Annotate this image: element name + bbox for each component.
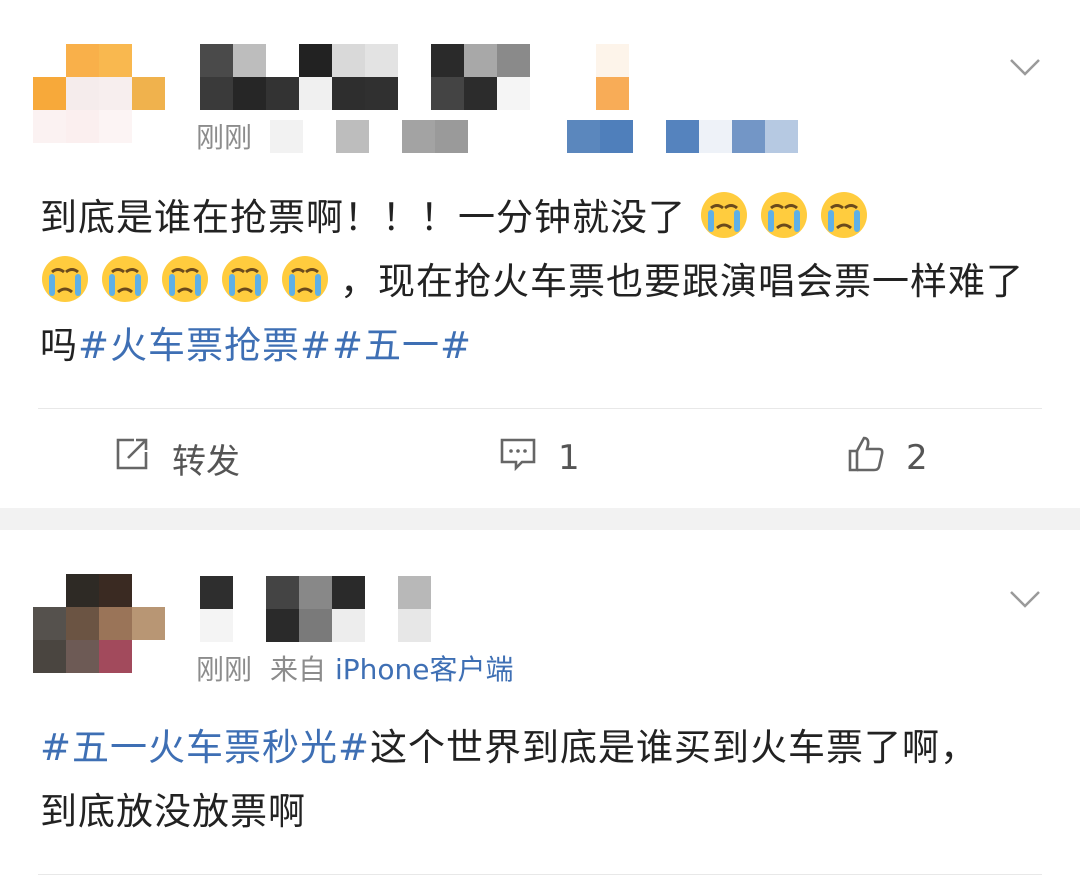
post-meta: 刚刚 来自 iPhone客户端 — [196, 648, 513, 688]
hashtag-link[interactable]: #五一# — [332, 324, 472, 367]
avatar-pixelated[interactable] — [33, 574, 165, 673]
post-source: 来自 iPhone客户端 — [270, 648, 513, 688]
comment-button[interactable]: 1 — [498, 430, 580, 486]
post-text: 到底是谁在抢票啊！！！一分钟就没了 — [40, 196, 686, 239]
post-time: 刚刚 — [196, 653, 253, 686]
hashtag-link[interactable]: #五一火车票秒光# — [40, 726, 370, 769]
comment-count: 1 — [558, 438, 580, 478]
repost-button[interactable]: 转发 — [112, 430, 240, 486]
crying-face-emoji — [280, 254, 330, 304]
post-card[interactable]: 刚刚 到底是谁在抢票啊！！！一分钟就没了 ，现在抢火车票也要跟演唱会票一样难了吗… — [0, 0, 1080, 508]
like-icon — [846, 434, 886, 483]
source-link[interactable]: iPhone客户端 — [335, 653, 514, 686]
crying-face-emoji — [220, 254, 270, 304]
source-prefix: 来自 — [270, 653, 327, 686]
divider — [38, 408, 1042, 409]
post-time: 刚刚 — [196, 121, 253, 154]
like-count: 2 — [906, 438, 928, 478]
action-bar: 转发 1 2 — [0, 430, 1080, 486]
avatar-pixelated[interactable] — [33, 44, 165, 143]
username-pixelated[interactable] — [200, 44, 629, 110]
post-card[interactable]: 刚刚 来自 iPhone客户端 #五一火车票秒光#这个世界到底是谁买到火车票了啊… — [0, 530, 1080, 875]
repost-icon — [112, 434, 152, 483]
crying-face-emoji — [100, 254, 150, 304]
post-separator — [0, 508, 1080, 530]
crying-face-emoji — [160, 254, 210, 304]
crying-face-emoji — [40, 254, 90, 304]
chevron-down-icon[interactable] — [1008, 582, 1042, 616]
post-meta: 刚刚 — [196, 116, 799, 156]
source-pixelated — [270, 119, 799, 153]
crying-face-emoji — [699, 190, 749, 240]
comment-icon — [498, 434, 538, 483]
username-pixelated[interactable] — [200, 576, 431, 642]
post-content: #五一火车票秒光#这个世界到底是谁买到火车票了啊，到底放没放票啊 — [40, 716, 1000, 844]
post-content: 到底是谁在抢票啊！！！一分钟就没了 ，现在抢火车票也要跟演唱会票一样难了吗#火车… — [40, 186, 1040, 378]
crying-face-emoji — [819, 190, 869, 240]
weibo-feed: 刚刚 到底是谁在抢票啊！！！一分钟就没了 ，现在抢火车票也要跟演唱会票一样难了吗… — [0, 0, 1080, 875]
chevron-down-icon[interactable] — [1008, 50, 1042, 84]
crying-face-emoji — [759, 190, 809, 240]
like-button[interactable]: 2 — [846, 430, 928, 486]
hashtag-link[interactable]: #火车票抢票# — [78, 324, 332, 367]
repost-label: 转发 — [172, 441, 240, 482]
